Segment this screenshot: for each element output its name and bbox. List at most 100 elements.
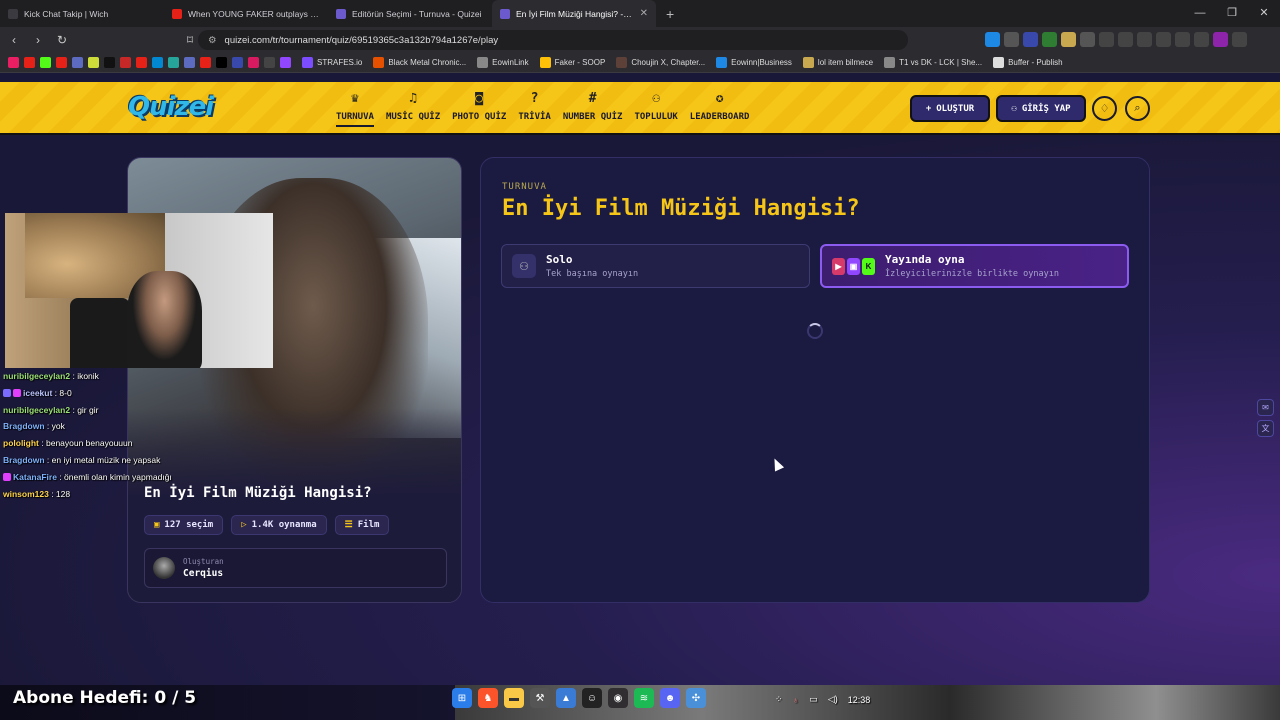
- instagram-icon[interactable]: [248, 57, 259, 68]
- extension-icon[interactable]: [1232, 32, 1247, 47]
- nav-photo-quiz[interactable]: ◙ PHOTO QUİZ: [446, 90, 512, 127]
- category-chip[interactable]: ☰ Film: [334, 515, 390, 535]
- bookmark-item[interactable]: EowinLink: [477, 57, 529, 68]
- feedback-icon[interactable]: ✉: [1257, 399, 1274, 416]
- tiktok-icon[interactable]: [104, 57, 115, 68]
- bookmark-favicon-icon[interactable]: [168, 57, 179, 68]
- extension-icon[interactable]: [1156, 32, 1171, 47]
- bookmark-label: Black Metal Chronic...: [388, 58, 467, 67]
- extension-icon[interactable]: [1061, 32, 1076, 47]
- bookmark-item[interactable]: Choujin X, Chapter...: [616, 57, 705, 68]
- twitch-icon[interactable]: [280, 57, 291, 68]
- nav-music-quiz[interactable]: ♫ MUSİC QUİZ: [380, 90, 446, 127]
- url-field[interactable]: ⚙ quizei.com/tr/tournament/quiz/69519365…: [198, 30, 908, 50]
- settings-app-icon[interactable]: ✣: [686, 688, 706, 708]
- close-window-icon[interactable]: ✕: [1248, 0, 1280, 27]
- tray-apps-icon[interactable]: ⁘: [775, 694, 783, 705]
- gaming-chair: [70, 298, 130, 368]
- quizei-favicon-icon: [500, 8, 510, 19]
- creator-box[interactable]: Oluşturan Cerqius: [144, 548, 447, 588]
- back-icon[interactable]: ‹: [4, 33, 24, 47]
- chat-username: winsom123: [3, 488, 49, 499]
- pickaxe-app-icon[interactable]: ⚒: [530, 688, 550, 708]
- new-tab-button[interactable]: +: [656, 6, 684, 22]
- display-icon[interactable]: ▭: [809, 694, 818, 705]
- create-button[interactable]: + OLUŞTUR: [910, 95, 990, 122]
- spotify-icon[interactable]: ≋: [634, 688, 654, 708]
- nav-trivia[interactable]: ? TRİVİA: [512, 90, 557, 127]
- anime-app-icon[interactable]: ☺: [582, 688, 602, 708]
- youtube-icon[interactable]: [136, 57, 147, 68]
- mode-title: Solo: [546, 253, 573, 266]
- close-tab-icon[interactable]: ✕: [640, 8, 648, 19]
- volume-icon[interactable]: ◁): [828, 694, 838, 705]
- discord-icon[interactable]: ☻: [660, 688, 680, 708]
- chip-label: 127 seçim: [164, 520, 214, 530]
- medal-icon: ✪: [715, 91, 724, 106]
- obs-icon[interactable]: ◉: [608, 688, 628, 708]
- extension-icon[interactable]: [1118, 32, 1133, 47]
- bookmark-item[interactable]: Buffer - Publish: [993, 57, 1063, 68]
- x-icon[interactable]: [216, 57, 227, 68]
- bookmark-item[interactable]: Black Metal Chronic...: [373, 57, 466, 68]
- clock[interactable]: 12:38: [848, 695, 871, 705]
- kick-icon[interactable]: [40, 57, 51, 68]
- extension-icon[interactable]: [1042, 32, 1057, 47]
- bookmark-favicon-icon[interactable]: [184, 57, 195, 68]
- forward-icon[interactable]: ›: [28, 33, 48, 47]
- bookmark-favicon-icon[interactable]: [264, 57, 275, 68]
- youtube-icon[interactable]: [24, 57, 35, 68]
- nav-turnuva[interactable]: ♛ TURNUVA: [330, 90, 380, 127]
- search-button[interactable]: ⌕: [1125, 96, 1150, 121]
- bookmark-item[interactable]: Faker - SOOP: [539, 57, 605, 68]
- brave-browser-icon[interactable]: ♞: [478, 688, 498, 708]
- extension-icon[interactable]: [1099, 32, 1114, 47]
- youtube-icon[interactable]: [56, 57, 67, 68]
- bookmark-favicon-icon[interactable]: [152, 57, 163, 68]
- photos-app-icon[interactable]: ▲: [556, 688, 576, 708]
- browser-tab[interactable]: Kick Chat Takip | Wich: [0, 0, 164, 27]
- reload-icon[interactable]: ↻: [52, 33, 72, 47]
- youtube-icon[interactable]: [200, 57, 211, 68]
- site-info-icon[interactable]: ⚙: [208, 35, 217, 46]
- windows-start-icon[interactable]: ⊞: [452, 688, 472, 708]
- restore-icon[interactable]: ❐: [1216, 0, 1248, 27]
- bookmark-item[interactable]: T1 vs DK - LCK | She...: [884, 57, 982, 68]
- bookmark-favicon-icon[interactable]: [88, 57, 99, 68]
- browser-tabbar: Kick Chat Takip | Wich When YOUNG FAKER …: [0, 0, 1280, 27]
- bookmark-icon[interactable]: ⌑: [180, 33, 200, 47]
- bookmark-item[interactable]: lol item bilmece: [802, 57, 873, 68]
- bookmark-favicon-icon[interactable]: [8, 57, 19, 68]
- nav-leaderboard[interactable]: ✪ LEADERBOARD: [684, 90, 756, 127]
- browser-tab-active[interactable]: En İyi Film Müziği Hangisi? - Tier ✕: [492, 0, 656, 27]
- user-icon: ⚇: [1011, 103, 1017, 114]
- extension-icon[interactable]: [1137, 32, 1152, 47]
- extension-icon[interactable]: [1004, 32, 1019, 47]
- bookmark-item[interactable]: Eowinn|Business: [716, 57, 792, 68]
- site-logo[interactable]: Quizei: [128, 92, 214, 122]
- extension-icon[interactable]: [1213, 32, 1228, 47]
- bookmark-item[interactable]: STRAFES.io: [302, 57, 362, 68]
- bookmark-favicon-icon[interactable]: [120, 57, 131, 68]
- nav-topluluk[interactable]: ⚇ TOPLULUK: [628, 90, 683, 127]
- bookmark-favicon-icon[interactable]: [72, 57, 83, 68]
- extension-icon[interactable]: [1194, 32, 1209, 47]
- window-controls: — ❐ ✕: [1184, 0, 1280, 27]
- extension-icon[interactable]: [1023, 32, 1038, 47]
- live-mode-button[interactable]: ▶ ▣ K Yayında oyna İzleyicilerinizle bir…: [820, 244, 1129, 288]
- microphone-icon[interactable]: ♁: [793, 695, 800, 705]
- translate-icon[interactable]: 文: [1257, 420, 1274, 437]
- solo-mode-button[interactable]: ⚇ Solo Tek başına oynayın: [501, 244, 810, 288]
- extension-icon[interactable]: [1175, 32, 1190, 47]
- browser-tab[interactable]: When YOUNG FAKER outplays every: [164, 0, 328, 27]
- nav-number-quiz[interactable]: # NUMBER QUİZ: [557, 90, 629, 127]
- minimize-icon[interactable]: —: [1184, 0, 1216, 27]
- browser-tab[interactable]: Editörün Seçimi - Turnuva - Quizei: [328, 0, 492, 27]
- webcam-overlay: [5, 213, 273, 368]
- bookmark-favicon-icon[interactable]: [232, 57, 243, 68]
- login-button[interactable]: ⚇ GİRİŞ YAP: [996, 95, 1086, 122]
- file-explorer-icon[interactable]: ▬: [504, 688, 524, 708]
- extension-icon[interactable]: [985, 32, 1000, 47]
- extension-icon[interactable]: [1080, 32, 1095, 47]
- notifications-button[interactable]: ♢: [1092, 96, 1117, 121]
